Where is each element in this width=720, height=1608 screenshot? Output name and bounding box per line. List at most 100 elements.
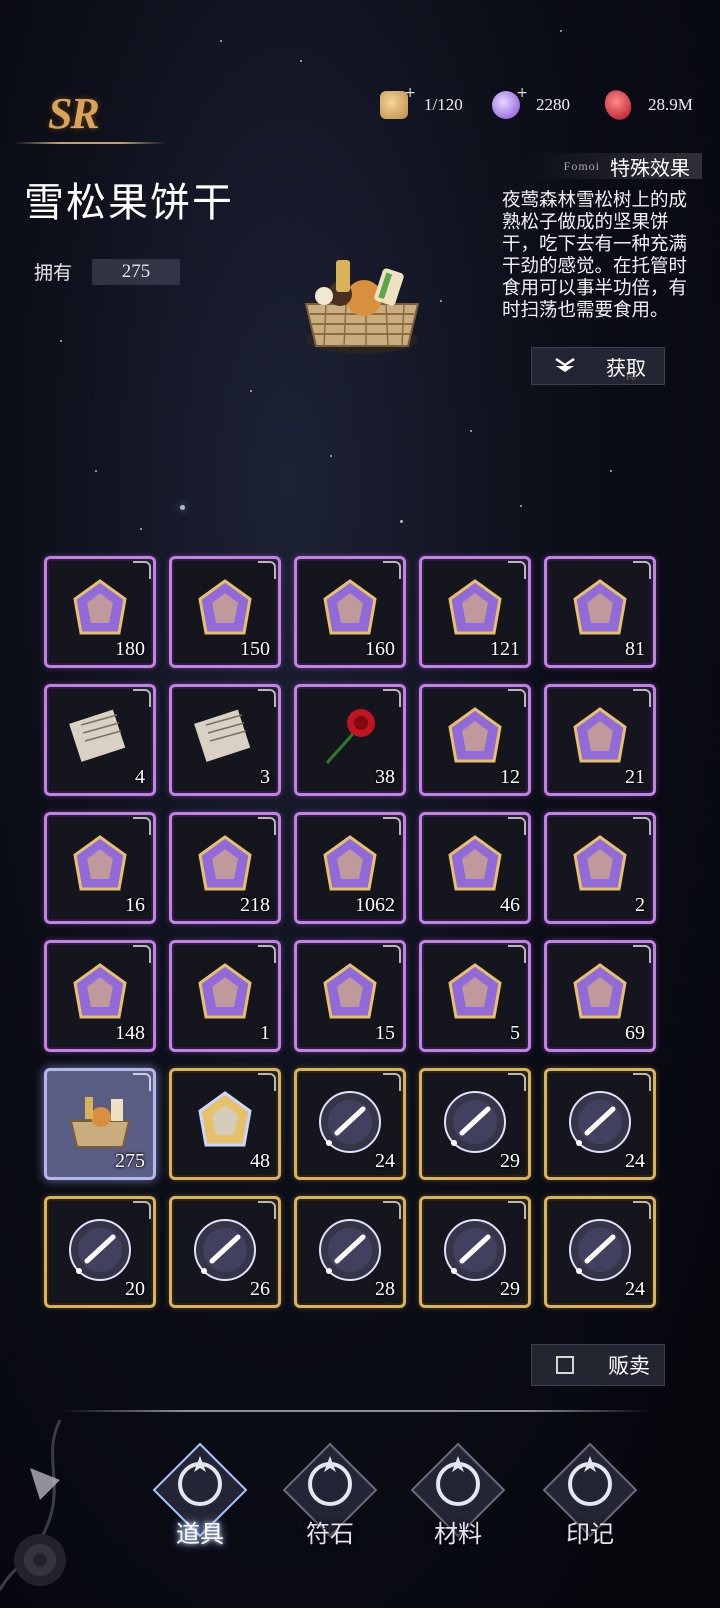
coin-resource: 28.9M xyxy=(600,87,693,123)
drum-bubble-icon xyxy=(319,1090,381,1153)
winged-crest-icon xyxy=(198,579,252,635)
inventory-grid: 180 150 160 121 81 4 3 38 12 21 16 218 1062 46 2 148 1 15… xyxy=(44,556,658,1308)
inventory-slot[interactable]: 29 xyxy=(419,1068,531,1180)
rose-decoration-icon xyxy=(0,1420,66,1591)
gem-resource[interactable]: + 2280 xyxy=(492,85,570,120)
sell-button[interactable]: 贩卖 xyxy=(531,1344,665,1386)
slot-count: 12 xyxy=(500,766,520,788)
inventory-slot[interactable]: 28 xyxy=(294,1196,406,1308)
own-row: 拥有 275 xyxy=(34,258,181,285)
inventory-slot[interactable]: 15 xyxy=(294,940,406,1052)
nav-tab-0[interactable]: 道具 xyxy=(140,1430,260,1580)
purple-gem-icon: + xyxy=(492,85,528,119)
slot-count: 24 xyxy=(625,1150,645,1172)
slot-count: 20 xyxy=(125,1278,145,1300)
inventory-slot[interactable]: 20 xyxy=(44,1196,156,1308)
slot-count: 46 xyxy=(500,894,520,916)
slot-count: 121 xyxy=(490,638,520,660)
nav-label: 道具 xyxy=(176,1520,224,1548)
keyboard-bubble-icon xyxy=(444,1090,506,1153)
slot-count: 150 xyxy=(240,638,270,660)
slot-corner-decoration xyxy=(508,1201,526,1219)
coin-value: 28.9M xyxy=(648,95,693,114)
nav-tab-1[interactable]: 符石 xyxy=(270,1430,390,1580)
purple-crystal-icon xyxy=(573,835,627,891)
slot-count: 21 xyxy=(625,766,645,788)
inventory-slot[interactable]: 2 xyxy=(544,812,656,924)
stamina-resource[interactable]: + 1/120 xyxy=(380,85,463,120)
inventory-slot[interactable]: 26 xyxy=(169,1196,281,1308)
slot-corner-decoration xyxy=(133,1073,151,1091)
inventory-slot[interactable]: 1062 xyxy=(294,812,406,924)
energy-orb-icon xyxy=(323,835,377,891)
inventory-slot[interactable]: 180 xyxy=(44,556,156,668)
slot-corner-decoration xyxy=(383,689,401,707)
slot-corner-decoration xyxy=(258,945,276,963)
sell-checkbox[interactable] xyxy=(556,1356,574,1374)
inventory-slot[interactable]: 24 xyxy=(544,1196,656,1308)
inventory-slot[interactable]: 16 xyxy=(44,812,156,924)
inventory-slot[interactable]: 150 xyxy=(169,556,281,668)
slot-count: 69 xyxy=(625,1022,645,1044)
plus-icon[interactable]: + xyxy=(516,85,528,101)
slot-count: 26 xyxy=(250,1278,270,1300)
inventory-slot[interactable]: 12 xyxy=(419,684,531,796)
inventory-slot[interactable]: 121 xyxy=(419,556,531,668)
slot-corner-decoration xyxy=(633,689,651,707)
nav-label: 符石 xyxy=(306,1520,354,1548)
inventory-slot[interactable]: 3 xyxy=(169,684,281,796)
slot-count: 275 xyxy=(115,1150,145,1172)
item-name: 雪松果饼干 xyxy=(24,180,234,226)
inventory-slot[interactable]: 81 xyxy=(544,556,656,668)
slot-count: 160 xyxy=(365,638,395,660)
slot-corner-decoration xyxy=(133,1201,151,1219)
slot-corner-decoration xyxy=(633,1073,651,1091)
inventory-slot[interactable]: 69 xyxy=(544,940,656,1052)
inventory-slot[interactable]: 38 xyxy=(294,684,406,796)
slot-corner-decoration xyxy=(258,1201,276,1219)
red-crystal-icon xyxy=(600,87,636,123)
piano-bubble-icon xyxy=(69,1218,131,1281)
slot-count: 1 xyxy=(260,1022,270,1044)
gold-crystal-crown-icon xyxy=(198,835,252,891)
treasure-chest-icon xyxy=(73,579,127,635)
sheet-music-icon xyxy=(69,709,126,762)
slot-corner-decoration xyxy=(383,1073,401,1091)
own-count: 275 xyxy=(92,258,181,285)
slot-corner-decoration xyxy=(383,561,401,579)
slot-count: 24 xyxy=(375,1150,395,1172)
slot-corner-decoration xyxy=(508,945,526,963)
slot-count: 15 xyxy=(375,1022,395,1044)
inventory-slot[interactable]: 160 xyxy=(294,556,406,668)
nav-tab-2[interactable]: 材料 xyxy=(398,1430,518,1580)
rarity-badge: SR xyxy=(48,89,100,138)
slot-count: 24 xyxy=(625,1278,645,1300)
obtain-caption: Fo xyxy=(626,373,636,382)
slot-corner-decoration xyxy=(633,1201,651,1219)
inventory-slot[interactable]: 46 xyxy=(419,812,531,924)
inventory-slot[interactable]: 5 xyxy=(419,940,531,1052)
slot-corner-decoration xyxy=(383,1201,401,1219)
inventory-slot[interactable]: 275 xyxy=(44,1068,156,1180)
slot-corner-decoration xyxy=(383,945,401,963)
nav-tab-3[interactable]: 印记 xyxy=(530,1430,650,1580)
stamina-value: 1/120 xyxy=(424,95,463,114)
blue-crystal-icon xyxy=(448,835,502,891)
nav-label: 材料 xyxy=(434,1520,482,1548)
inventory-slot[interactable]: 4 xyxy=(44,684,156,796)
inventory-slot[interactable]: 148 xyxy=(44,940,156,1052)
obtain-button[interactable]: 获取 Fo xyxy=(531,347,665,385)
plus-icon[interactable]: + xyxy=(404,85,416,101)
inventory-slot[interactable]: 29 xyxy=(419,1196,531,1308)
inventory-slot[interactable]: 21 xyxy=(544,684,656,796)
inventory-slot[interactable]: 24 xyxy=(294,1068,406,1180)
inventory-slot[interactable]: 218 xyxy=(169,812,281,924)
bread-icon: + xyxy=(380,85,416,119)
red-rose-icon xyxy=(325,708,375,764)
crown-icon xyxy=(448,707,502,763)
slot-corner-decoration xyxy=(633,945,651,963)
inventory-slot[interactable]: 48 xyxy=(169,1068,281,1180)
inventory-slot[interactable]: 1 xyxy=(169,940,281,1052)
inventory-slot[interactable]: 24 xyxy=(544,1068,656,1180)
slot-corner-decoration xyxy=(133,689,151,707)
